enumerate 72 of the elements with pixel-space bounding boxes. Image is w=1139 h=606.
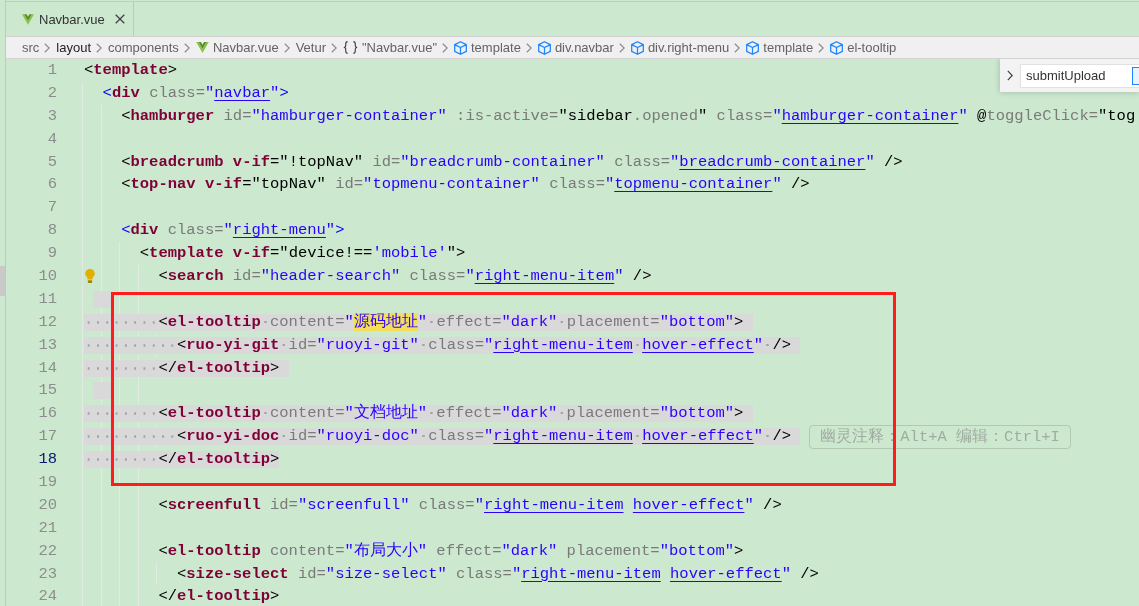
inlay-hint: 幽灵注释：Alt+A 编辑：Ctrl+I: [809, 424, 1071, 449]
line-number: 4: [46, 130, 57, 148]
line-number: 1: [46, 61, 57, 79]
cube-icon: [537, 40, 551, 55]
toggle-button[interactable]: [1132, 66, 1139, 85]
chevron-icon: [44, 42, 51, 53]
breadcrumb-item[interactable]: template: [454, 39, 521, 56]
line-number: 6: [46, 176, 57, 194]
line-number: 18: [37, 451, 57, 469]
breadcrumb-item[interactable]: components: [108, 39, 179, 56]
v-logo-icon: [195, 42, 209, 53]
line-number: 17: [37, 428, 57, 446]
line-number: 8: [46, 222, 57, 240]
cube-icon: [746, 40, 760, 55]
line-number: 9: [46, 245, 57, 263]
search-field[interactable]: submitUpload: [1020, 63, 1132, 88]
line-number: 11: [37, 290, 57, 308]
line-number: 19: [37, 473, 57, 491]
cube-icon: [830, 40, 844, 55]
breadcrumb-item[interactable]: "Navbar.vue": [343, 39, 437, 56]
line-number: 10: [37, 267, 57, 285]
line-number: 15: [37, 382, 57, 400]
chevron-icon: [331, 42, 337, 53]
code-line: <screenfull id="screenfull" class="right-menu-item hover-effect" />: [158, 496, 782, 514]
braces-icon: [343, 41, 358, 54]
line-number: 7: [46, 199, 57, 217]
code-line: <hamburger id="hamburger-container" :is-active="sidebar.opened" class="hamburger-container" @toggleClick="tog: [121, 107, 1136, 125]
line-number: 5: [46, 153, 57, 171]
chevron-icon[interactable]: [1007, 70, 1013, 81]
code-line: <template v-if="device!=='mobile'">: [139, 245, 466, 263]
breadcrumb-item[interactable]: el-tooltip: [830, 39, 897, 56]
v-logo-icon: [22, 13, 34, 25]
code-line: <el-tooltip content="布局大小" effect="dark" placement="bottom">: [158, 542, 744, 560]
chevron-icon: [818, 42, 825, 53]
code-line: <template>: [84, 61, 178, 79]
chevron-icon: [183, 42, 190, 53]
line-number: 3: [46, 107, 57, 125]
lightbulb-icon[interactable]: [85, 269, 95, 284]
chevron-icon: [96, 42, 103, 53]
scrollbar-thumb[interactable]: [0, 266, 5, 296]
chevron-icon: [525, 42, 532, 53]
breadcrumb-item[interactable]: div.right-menu: [630, 39, 730, 56]
breadcrumb-item[interactable]: template: [746, 39, 814, 56]
code-line: </el-tooltip>: [158, 588, 280, 606]
breadcrumb-item[interactable]: layout: [56, 39, 92, 56]
line-number: 20: [37, 496, 57, 514]
line-number: 13: [37, 336, 57, 354]
line-number: 16: [37, 405, 57, 423]
cube-icon: [454, 40, 467, 55]
code-line: <search id="header-search" class="right-menu-item" />: [158, 267, 652, 285]
breadcrumb-item[interactable]: src: [22, 39, 40, 56]
code-line: <top-nav v-if="topNav" id="topmenu-container" class="topmenu-container" />: [121, 176, 810, 194]
breadcrumb-item[interactable]: Vetur: [295, 39, 326, 56]
breadcrumb-item[interactable]: Navbar.vue: [195, 39, 279, 56]
close-icon[interactable]: [114, 14, 125, 24]
code-line: <div class="right-menu">: [121, 222, 345, 240]
line-number: 23: [37, 565, 57, 583]
breadcrumb-item[interactable]: div.navbar: [537, 39, 614, 56]
line-number: 24: [37, 588, 57, 606]
code-line: <breadcrumb v-if="!topNav" id="breadcrumb-container" class="breadcrumb-container" />: [121, 153, 903, 171]
line-number: 21: [37, 519, 57, 537]
chevron-icon: [618, 42, 625, 53]
cube-icon: [630, 40, 644, 55]
chevron-icon: [734, 42, 741, 53]
line-number: 2: [46, 84, 57, 102]
line-number: 14: [37, 359, 57, 377]
line-number: 22: [37, 542, 57, 560]
chevron-icon: [442, 42, 448, 53]
code-line: <size-select id="size-select" class="right-menu-item hover-effect" />: [176, 565, 819, 583]
code-line: <div class="navbar">: [102, 84, 289, 102]
chevron-icon: [283, 42, 290, 53]
line-number: 12: [37, 313, 57, 331]
